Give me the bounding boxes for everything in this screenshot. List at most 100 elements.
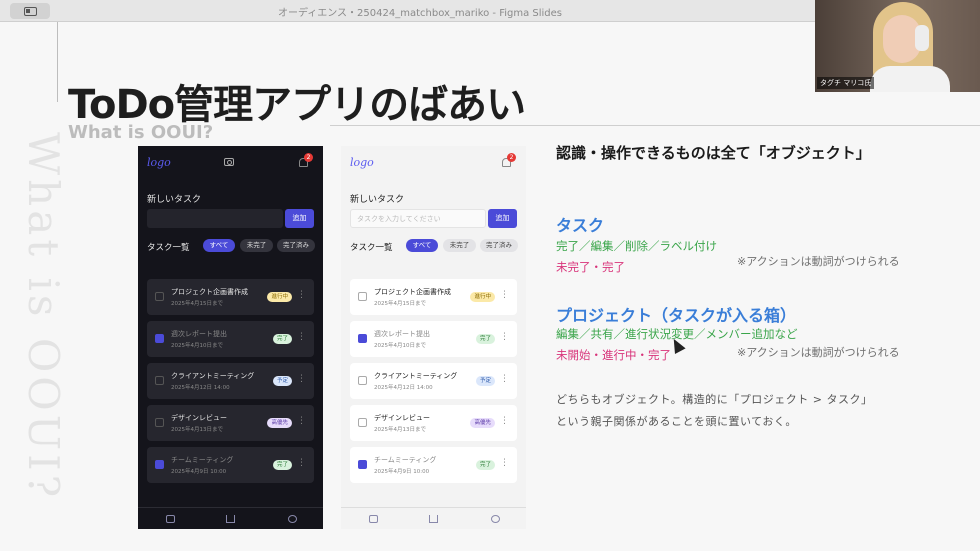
task-states: 未完了・完了: [556, 260, 625, 274]
slide-subtitle: What is OOUI?: [68, 122, 214, 143]
task-list-label: タスク一覧: [350, 243, 393, 253]
task-card: プロジェクト企画書作成 2025年4月15日まで 進行中 ⋮: [350, 279, 517, 315]
task-status-badge: 完了: [475, 460, 495, 470]
window-title: オーディエンス・250424_matchbox_mariko - Figma S…: [277, 8, 563, 19]
task-status-badge: 高優先: [470, 418, 495, 428]
more-icon: ⋮: [500, 374, 509, 384]
task-date: 2025年4月15日まで: [171, 301, 223, 307]
task-status-badge: 完了: [475, 334, 495, 344]
webcam-person-body: [870, 66, 950, 92]
webcam-feed: タグチ マリコ氏: [815, 0, 980, 92]
task-checkbox: [358, 418, 367, 427]
settings-nav-icon: [288, 515, 297, 523]
phone-mockup-dark: logo 2 新しいタスク 追加 タスク一覧 すべて 未完了 完了済み プロジェ…: [138, 146, 323, 529]
task-name: 週次レポート提出: [374, 330, 430, 338]
app-logo: logo: [147, 156, 171, 169]
task-checkbox: [358, 376, 367, 385]
filter-incomplete: 未完了: [443, 239, 476, 252]
task-status-badge: 予定: [272, 376, 292, 386]
figma-slides-window: オーディエンス・250424_matchbox_mariko - Figma S…: [0, 0, 980, 551]
sidebar-icon: [23, 6, 37, 16]
more-icon: ⋮: [500, 416, 509, 426]
task-checkbox: [358, 460, 367, 469]
body-text-line-1: どちらもオブジェクト。構造的に「プロジェクト > タスク」: [556, 393, 873, 406]
task-date: 2025年4月12日 14:00: [374, 385, 433, 391]
task-card: デザインレビュー 2025年4月13日まで 高優先 ⋮: [147, 405, 314, 441]
add-button: 追加: [285, 209, 314, 228]
chart-nav-icon: [226, 515, 235, 523]
task-input: [147, 209, 283, 228]
task-name: チームミーティング: [374, 456, 437, 464]
task-card: デザインレビュー 2025年4月13日まで 高優先 ⋮: [350, 405, 517, 441]
task-date: 2025年4月12日 14:00: [171, 385, 230, 391]
task-date: 2025年4月9日 10:00: [171, 469, 227, 475]
new-task-label: 新しいタスク: [147, 195, 202, 205]
task-name: クライアントミーティング: [374, 372, 458, 380]
task-status-badge: 予定: [475, 376, 495, 386]
participant-name-label: タグチ マリコ氏: [817, 77, 875, 89]
task-checkbox: [155, 376, 164, 385]
task-status-badge: 完了: [272, 460, 292, 470]
settings-nav-icon: [491, 515, 500, 523]
task-date: 2025年4月13日まで: [374, 427, 426, 433]
task-name: 週次レポート提出: [171, 330, 227, 338]
task-date: 2025年4月9日 10:00: [374, 469, 430, 475]
task-section-title: タスク: [556, 216, 605, 235]
task-name: クライアントミーティング: [171, 372, 255, 380]
new-task-label: 新しいタスク: [350, 195, 405, 205]
phone-mockup-light: logo 2 新しいタスク タスクを入力してください 追加 タスク一覧 すべて …: [341, 146, 526, 529]
filter-complete: 完了済み: [480, 239, 518, 252]
task-card: 週次レポート提出 2025年4月10日まで 完了 ⋮: [350, 321, 517, 357]
task-date: 2025年4月15日まで: [374, 301, 426, 307]
task-card: チームミーティング 2025年4月9日 10:00 完了 ⋮: [350, 447, 517, 483]
task-card: 週次レポート提出 2025年4月10日まで 完了 ⋮: [147, 321, 314, 357]
notification-badge: 2: [304, 153, 313, 162]
more-icon: ⋮: [297, 458, 306, 468]
sidebar-toggle-button[interactable]: [10, 3, 50, 19]
more-icon: ⋮: [297, 332, 306, 342]
task-checkbox: [155, 418, 164, 427]
task-status-badge: 進行中: [470, 292, 495, 302]
camera-icon: [224, 158, 234, 166]
task-card: クライアントミーティング 2025年4月12日 14:00 予定 ⋮: [147, 363, 314, 399]
task-date: 2025年4月13日まで: [171, 427, 223, 433]
vertical-watermark-text: What is OOUI?: [19, 132, 68, 502]
filter-complete: 完了済み: [277, 239, 315, 252]
task-date: 2025年4月10日まで: [374, 343, 426, 349]
notification-badge: 2: [507, 153, 516, 162]
more-icon: ⋮: [500, 332, 509, 342]
task-date: 2025年4月10日まで: [171, 343, 223, 349]
more-icon: ⋮: [297, 290, 306, 300]
task-status-badge: 進行中: [267, 292, 292, 302]
task-name: プロジェクト企画書作成: [374, 288, 451, 296]
object-heading: 認識・操作できるものは全て「オブジェクト」: [556, 144, 871, 162]
task-card: チームミーティング 2025年4月9日 10:00 完了 ⋮: [147, 447, 314, 483]
task-input: タスクを入力してください: [350, 209, 486, 228]
project-note: ※アクションは動詞がつけられる: [737, 346, 900, 359]
task-name: チームミーティング: [171, 456, 234, 464]
more-icon: ⋮: [297, 416, 306, 426]
filter-all: すべて: [203, 239, 235, 252]
project-section-title: プロジェクト（タスクが入る箱）: [556, 306, 797, 325]
task-status-badge: 完了: [272, 334, 292, 344]
bottom-nav: [138, 507, 323, 529]
task-checkbox: [155, 292, 164, 301]
bottom-nav: [341, 507, 526, 529]
task-note: ※アクションは動詞がつけられる: [737, 255, 900, 268]
task-status-badge: 高優先: [267, 418, 292, 428]
task-checkbox: [155, 334, 164, 343]
task-actions: 完了／編集／削除／ラベル付け: [556, 239, 717, 253]
task-checkbox: [155, 460, 164, 469]
task-card: プロジェクト企画書作成 2025年4月15日まで 進行中 ⋮: [147, 279, 314, 315]
tasks-nav-icon: [369, 515, 378, 523]
more-icon: ⋮: [500, 458, 509, 468]
filter-incomplete: 未完了: [240, 239, 273, 252]
task-card: クライアントミーティング 2025年4月12日 14:00 予定 ⋮: [350, 363, 517, 399]
divider-vertical: [57, 22, 58, 102]
task-checkbox: [358, 292, 367, 301]
task-checkbox: [358, 334, 367, 343]
more-icon: ⋮: [297, 374, 306, 384]
app-logo: logo: [350, 156, 374, 169]
task-name: プロジェクト企画書作成: [171, 288, 248, 296]
task-list-label: タスク一覧: [147, 243, 190, 253]
